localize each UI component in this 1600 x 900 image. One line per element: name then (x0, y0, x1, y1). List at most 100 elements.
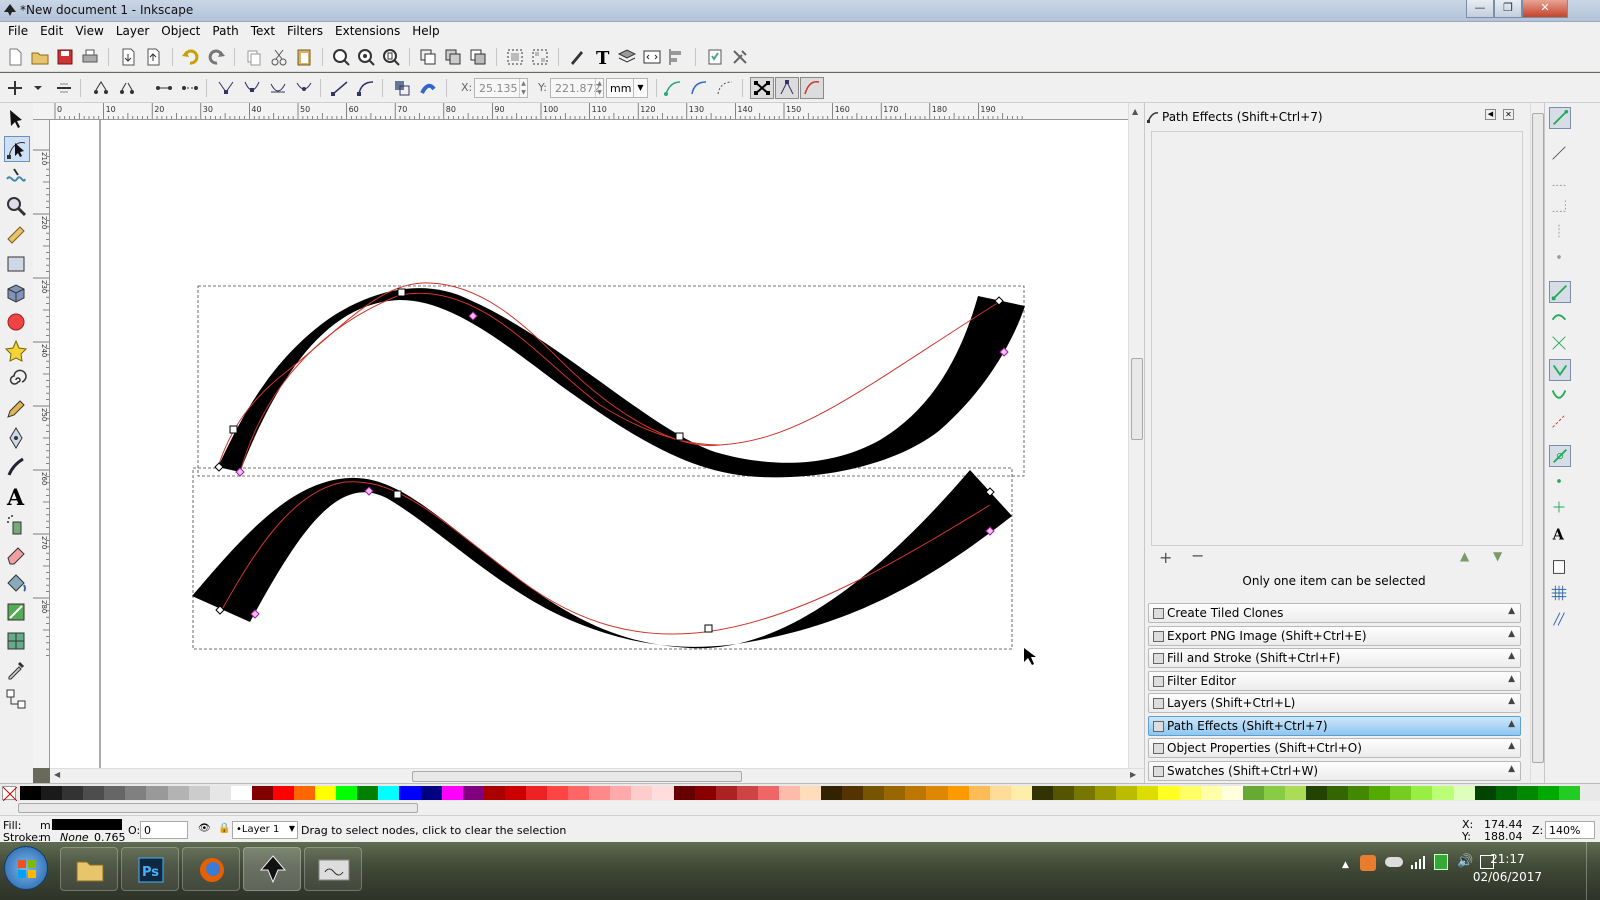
color-swatch[interactable] (1432, 786, 1454, 800)
horizontal-ruler[interactable]: 0 10 20 30 40 50 60 70 80 90 100 110 120 130 140 150 160… (33, 103, 1128, 120)
collapse-caret-icon[interactable]: ▲ (1508, 741, 1515, 751)
collapse-caret-icon[interactable]: ▲ (1508, 606, 1515, 616)
network-icon[interactable] (1410, 854, 1426, 870)
color-swatch[interactable] (420, 786, 443, 800)
eraser-tool-icon[interactable] (4, 542, 30, 568)
mesh-tool-icon[interactable] (4, 629, 30, 655)
color-swatch[interactable] (778, 786, 801, 800)
no-paint-swatch[interactable] (2, 786, 18, 802)
print-icon[interactable] (80, 47, 100, 67)
color-swatch[interactable] (800, 786, 822, 800)
color-swatch[interactable] (104, 786, 126, 800)
canvas-drawing[interactable] (50, 120, 1128, 768)
snap-guides-icon[interactable] (1549, 609, 1571, 631)
layers-icon[interactable] (617, 47, 637, 67)
color-swatch[interactable] (1537, 786, 1560, 800)
color-swatch[interactable] (188, 786, 211, 800)
color-swatch[interactable] (1074, 786, 1096, 800)
color-palette[interactable] (0, 783, 1600, 802)
show-desktop-button[interactable] (1586, 842, 1600, 900)
snap-bbox-center-icon[interactable] (1549, 247, 1571, 269)
snap-midpoints-icon[interactable] (1549, 411, 1571, 433)
color-swatch[interactable] (1031, 786, 1054, 800)
menu-edit[interactable]: Edit (36, 22, 67, 38)
gradient-tool-icon[interactable] (4, 600, 30, 626)
dock-panel-row[interactable]: Create Tiled Clones ▲ (1148, 603, 1521, 623)
spiral-tool-icon[interactable] (4, 368, 30, 394)
segment-line-icon[interactable] (330, 78, 350, 98)
color-swatch[interactable] (1348, 786, 1370, 800)
color-swatch[interactable] (926, 786, 949, 800)
color-swatch[interactable] (1116, 786, 1138, 800)
dock-close-button[interactable]: ✕ (1503, 109, 1514, 120)
color-swatch[interactable] (336, 786, 358, 800)
unlink-clone-icon[interactable] (468, 47, 488, 67)
menu-filters[interactable]: Filters (283, 22, 327, 38)
object-to-path-icon[interactable] (392, 78, 412, 98)
pen-tool-icon[interactable] (4, 426, 30, 452)
dock-scrollbar[interactable] (1530, 103, 1544, 783)
menu-extensions[interactable]: Extensions (331, 22, 404, 38)
move-down-icon[interactable]: ▼ (1493, 549, 1502, 563)
canvas-horizontal-scrollbar[interactable]: ◀ ▶ (50, 768, 1144, 783)
dock-panel-row[interactable]: Filter Editor ▲ (1148, 670, 1521, 691)
paste-icon[interactable] (294, 47, 314, 67)
dock-iconify-button[interactable]: ◀ (1485, 109, 1496, 120)
color-swatch[interactable] (652, 786, 674, 800)
color-swatch[interactable] (1411, 786, 1433, 800)
break-path-icon[interactable] (117, 78, 137, 98)
next-path-effect-parameter-icon[interactable] (663, 78, 683, 98)
start-button[interactable] (4, 846, 48, 890)
group-icon[interactable] (505, 47, 525, 67)
bottom-wave-shape[interactable] (192, 470, 1012, 649)
show-transform-handles-toggle[interactable] (750, 77, 774, 99)
tray-expand-icon[interactable]: ▲ (1342, 860, 1349, 870)
color-swatch[interactable] (1200, 786, 1223, 800)
color-swatch[interactable] (947, 786, 970, 800)
preferences-icon[interactable] (730, 47, 750, 67)
palette-scrollbar[interactable] (0, 801, 1600, 815)
color-swatch[interactable] (1516, 786, 1539, 800)
bottom-path-nodes[interactable] (215, 486, 995, 633)
node[interactable] (704, 624, 713, 633)
color-swatch[interactable] (1052, 786, 1075, 800)
calligraphy-tool-icon[interactable] (4, 455, 30, 481)
collapse-caret-icon[interactable]: ▲ (1508, 651, 1515, 661)
color-swatch[interactable] (272, 786, 295, 800)
color-swatch[interactable] (568, 786, 590, 800)
copy-icon[interactable] (244, 47, 264, 67)
color-swatch[interactable] (294, 786, 316, 800)
ungroup-icon[interactable] (530, 47, 550, 67)
spray-tool-icon[interactable] (4, 513, 30, 539)
taskbar-window[interactable] (304, 847, 362, 891)
symmetric-node-icon[interactable] (268, 78, 288, 98)
zoom-drawing-icon[interactable] (356, 47, 376, 67)
color-swatch[interactable] (715, 786, 738, 800)
smooth-node-icon[interactable] (242, 78, 262, 98)
snap-paths-icon[interactable] (1549, 307, 1571, 329)
color-swatch[interactable] (547, 786, 569, 800)
text-tool-icon[interactable]: A (4, 484, 30, 511)
add-effect-button[interactable]: + (1159, 548, 1172, 567)
snap-bbox-edge-icon[interactable] (1549, 169, 1571, 191)
snap-grids-icon[interactable] (1549, 583, 1571, 605)
menu-object[interactable]: Object (157, 22, 204, 38)
zoom-input[interactable]: 140% (1545, 821, 1595, 839)
color-swatch[interactable] (441, 786, 464, 800)
color-swatch[interactable] (378, 786, 400, 800)
dock-panel-row[interactable]: Swatches (Shift+Ctrl+W) ▲ (1148, 760, 1521, 781)
color-swatch[interactable] (504, 786, 527, 800)
color-swatch[interactable] (357, 786, 379, 800)
pencil-tool-icon[interactable] (4, 397, 30, 423)
color-swatch[interactable] (315, 786, 337, 800)
color-swatch[interactable] (589, 786, 611, 800)
tray-app-icon[interactable] (1360, 855, 1376, 871)
tweak-tool-icon[interactable] (4, 165, 30, 191)
duplicate-icon[interactable] (418, 47, 438, 67)
menu-help[interactable]: Help (408, 22, 443, 38)
snap-smooth-nodes-icon[interactable] (1549, 385, 1571, 407)
close-button[interactable]: ✕ (1522, 0, 1568, 18)
node[interactable] (675, 432, 684, 441)
color-swatch[interactable] (62, 786, 84, 800)
drawing-canvas[interactable] (50, 120, 1128, 768)
